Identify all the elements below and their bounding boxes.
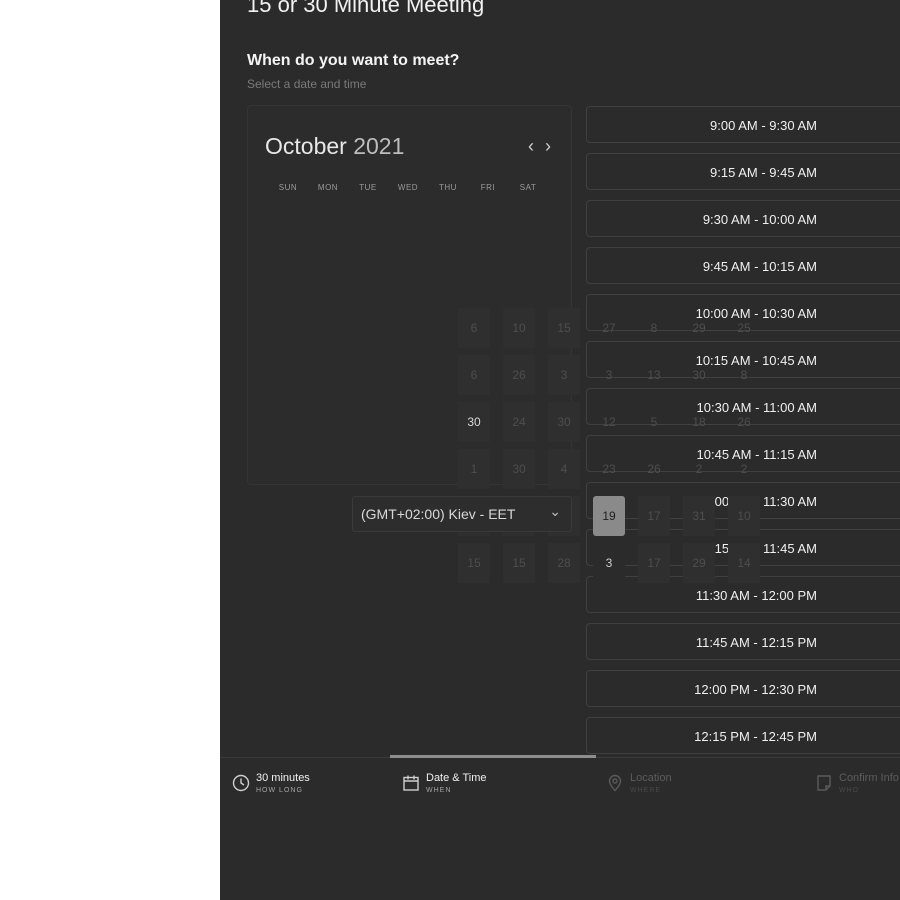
date-cell[interactable]: 30 (548, 402, 580, 442)
weekday-label: TUE (359, 183, 377, 192)
weekday-label: THU (439, 183, 457, 192)
chevron-left-icon[interactable]: ‹ (528, 136, 534, 157)
date-cell[interactable]: 2 (683, 449, 715, 489)
time-slot-label: 11:45 AM - 12:15 PM (695, 635, 817, 650)
date-cell[interactable]: 28 (548, 543, 580, 583)
time-slot-button[interactable]: 12:00 PM - 12:30 PM (586, 670, 900, 707)
date-cell[interactable]: 26 (728, 402, 760, 442)
date-cell[interactable]: 26 (503, 355, 535, 395)
time-slot-button[interactable]: 12:15 PM - 12:45 PM (586, 717, 900, 754)
date-cell[interactable]: 3 (593, 355, 625, 395)
date-cell[interactable]: 26 (638, 449, 670, 489)
time-slot-button[interactable]: 9:15 AM - 9:45 AM (586, 153, 900, 190)
section-heading: When do you want to meet? (247, 52, 460, 69)
date-cell[interactable]: 15 (458, 543, 490, 583)
selected-date-cell[interactable]: 19 (593, 496, 625, 536)
chevron-right-icon[interactable]: › (545, 136, 551, 157)
date-cell[interactable]: 30 (683, 355, 715, 395)
date-cell[interactable]: 8 (728, 355, 760, 395)
weekday-label: WED (397, 183, 419, 192)
weekday-header: SUN MON TUE WED THU FRI SAT (268, 183, 548, 192)
calendar-year: 2021 (353, 133, 405, 159)
date-cell[interactable]: 2 (728, 449, 760, 489)
weekday-label: FRI (480, 183, 496, 192)
date-cell[interactable]: 25 (728, 308, 760, 348)
date-cell[interactable]: 6 (458, 308, 490, 348)
time-slot-button[interactable]: 9:00 AM - 9:30 AM (586, 106, 900, 143)
step-label: Location (630, 772, 672, 784)
step-sublabel: WHEN (426, 787, 452, 794)
time-slot-label: 9:15 AM - 9:45 AM (710, 165, 817, 180)
date-cell[interactable]: 15 (503, 543, 535, 583)
step-bar: 30 minutes HOW LONG Date & Time WHEN Loc… (220, 755, 900, 900)
timezone-value: (GMT+02:00) Kiev - EET (361, 506, 516, 522)
date-cell[interactable]: 15 (548, 308, 580, 348)
date-cell[interactable]: 29 (683, 543, 715, 583)
date-cell[interactable]: 30 (458, 402, 490, 442)
weekday-label: SAT (519, 183, 537, 192)
booking-panel: 15 or 30 Minute Meeting When do you want… (220, 0, 900, 900)
date-cell[interactable]: 10 (728, 496, 760, 536)
date-cell[interactable]: 8 (638, 308, 670, 348)
weekday-label: MON (317, 183, 339, 192)
time-slot-button[interactable]: 9:30 AM - 10:00 AM (586, 200, 900, 237)
step-sublabel: WHERE (630, 787, 662, 794)
document-icon (817, 775, 831, 791)
weekday-label: SUN (278, 183, 298, 192)
date-cell[interactable]: 30 (503, 449, 535, 489)
date-cell[interactable]: 3 (593, 543, 625, 583)
calendar-month-year: October 2021 (265, 133, 404, 160)
time-slot-button[interactable]: 9:45 AM - 10:15 AM (586, 247, 900, 284)
date-cell[interactable]: 24 (503, 402, 535, 442)
step-sublabel: WHO (839, 787, 860, 794)
step-sublabel: HOW LONG (256, 787, 303, 794)
step-label: Confirm Info (839, 772, 899, 784)
clock-icon (232, 774, 250, 792)
date-cell[interactable]: 17 (638, 543, 670, 583)
time-slot-label: 12:15 PM - 12:45 PM (694, 729, 817, 744)
date-cell[interactable]: 17 (638, 496, 670, 536)
step-label: 30 minutes (256, 772, 310, 784)
time-slot-label: 9:00 AM - 9:30 AM (710, 118, 817, 133)
date-cell[interactable]: 4 (548, 449, 580, 489)
chevron-down-icon: ⌄ (549, 503, 561, 519)
time-slot-label: 11:30 AM - 12:00 PM (695, 588, 817, 603)
date-cell[interactable]: 3 (548, 355, 580, 395)
date-cell[interactable]: 14 (728, 543, 760, 583)
time-slot-label: 12:00 PM - 12:30 PM (694, 682, 817, 697)
page-title: 15 or 30 Minute Meeting (247, 0, 485, 17)
date-cell[interactable]: 1 (458, 449, 490, 489)
date-cell[interactable]: 13 (638, 355, 670, 395)
date-cell[interactable]: 5 (638, 402, 670, 442)
date-cell[interactable]: 18 (683, 402, 715, 442)
timezone-select[interactable]: (GMT+02:00) Kiev - EET ⌄ (352, 496, 572, 532)
date-cell[interactable]: 12 (593, 402, 625, 442)
date-cell[interactable]: 23 (593, 449, 625, 489)
calendar-icon (403, 775, 419, 791)
location-pin-icon (608, 774, 622, 792)
date-cell[interactable]: 31 (683, 496, 715, 536)
date-cell[interactable]: 6 (458, 355, 490, 395)
date-cell[interactable]: 29 (683, 308, 715, 348)
time-slot-label: 9:45 AM - 10:15 AM (702, 259, 817, 274)
step-label: Date & Time (426, 772, 487, 784)
section-subheading: Select a date and time (247, 77, 367, 91)
date-cell[interactable]: 10 (503, 308, 535, 348)
calendar-month: October (265, 133, 347, 159)
date-cell[interactable]: 27 (593, 308, 625, 348)
time-slot-label: 9:30 AM - 10:00 AM (702, 212, 817, 227)
time-slot-button[interactable]: 11:45 AM - 12:15 PM (586, 623, 900, 660)
active-step-indicator (390, 755, 596, 758)
